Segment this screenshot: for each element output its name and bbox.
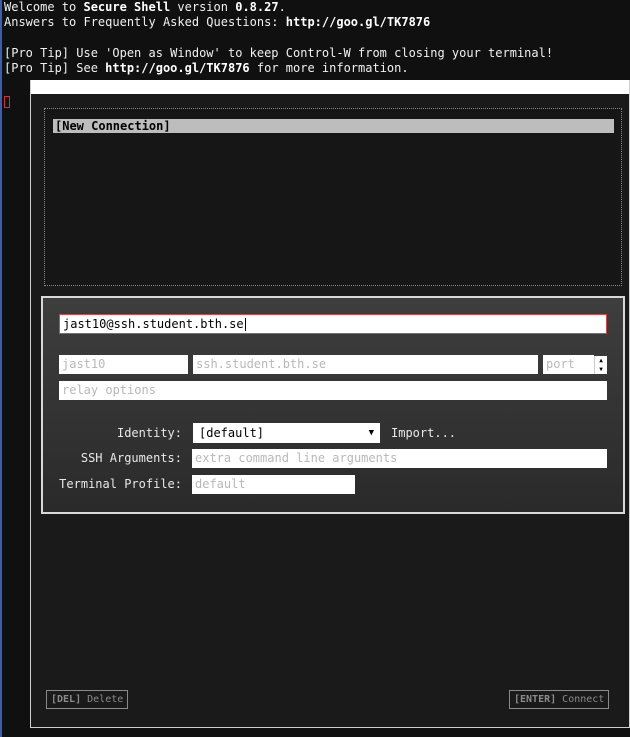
hostname-field[interactable]: ssh.student.bth.se xyxy=(193,355,538,374)
terminal-cursor xyxy=(4,96,10,108)
welcome-line: Welcome to Secure Shell version 0.8.27. xyxy=(4,0,286,14)
connection-list[interactable]: [New Connection] xyxy=(44,108,622,286)
window-left-border xyxy=(0,0,2,737)
spinner-up-icon[interactable]: ▲ xyxy=(595,356,607,365)
version-number: 0.8.27 xyxy=(235,0,279,14)
terminal-profile-label: Terminal Profile: xyxy=(59,477,182,491)
port-stepper[interactable]: ▲ ▼ xyxy=(594,356,607,374)
connect-button[interactable]: [ENTER] Connect xyxy=(509,690,610,709)
import-button[interactable]: Import... xyxy=(391,423,456,443)
terminal-profile-field[interactable]: default xyxy=(192,475,355,494)
username-field[interactable]: jast10 xyxy=(59,355,188,374)
faq-link[interactable]: http://goo.gl/TK7876 xyxy=(286,15,431,29)
chevron-down-icon: ▼ xyxy=(368,428,374,438)
text-caret xyxy=(244,318,246,331)
destination-input[interactable]: jast10@ssh.student.bth.se xyxy=(59,314,607,334)
pro-tip-link-line: [Pro Tip] See http://goo.gl/TK7876 for m… xyxy=(4,61,409,75)
faq-line: Answers to Frequently Asked Questions: h… xyxy=(4,15,431,29)
relay-options-field[interactable]: relay options xyxy=(59,381,607,400)
ssh-arguments-field[interactable]: extra command line arguments xyxy=(192,449,607,468)
spinner-down-icon[interactable]: ▼ xyxy=(595,365,607,374)
identity-select[interactable]: [default] ▼ xyxy=(193,423,380,443)
app-name: Secure Shell xyxy=(83,0,171,14)
delete-button[interactable]: [DEL] Delete xyxy=(46,690,129,709)
pro-tip-link[interactable]: http://goo.gl/TK7876 xyxy=(105,61,250,75)
port-field[interactable]: port xyxy=(543,355,594,374)
ssh-arguments-label: SSH Arguments: xyxy=(80,451,182,465)
identity-label: Identity: xyxy=(116,426,182,440)
connection-item-new[interactable]: [New Connection] xyxy=(53,119,614,133)
pro-tip-window: [Pro Tip] Use 'Open as Window' to keep C… xyxy=(4,46,554,60)
